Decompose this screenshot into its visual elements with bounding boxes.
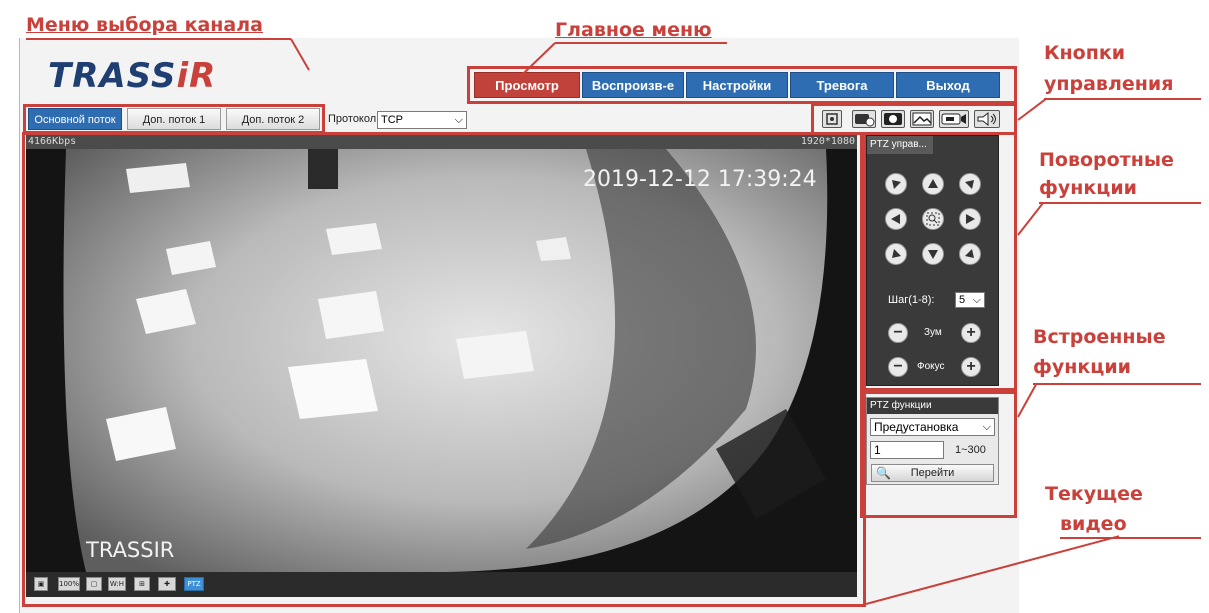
annotation-ptz-2: функции [1039, 177, 1137, 199]
annotation-channel-menu: Меню выбора канала [26, 14, 263, 36]
protocol-select[interactable]: TCP ⌵ [377, 111, 467, 129]
chevron-down-icon: ⌵ [454, 114, 463, 126]
connector-ptz-diag [1017, 202, 1044, 236]
annotation-video-1: Текущее [1045, 483, 1143, 505]
connector-channel-underline [26, 38, 291, 40]
main-menu-highlight [467, 66, 1017, 104]
connector-builtin-underline [1033, 383, 1201, 385]
annotation-main-menu: Главное меню [555, 19, 712, 41]
annotation-builtin-2: функции [1033, 356, 1131, 378]
control-buttons-highlight [811, 103, 1017, 135]
connector-ptz-underline [1039, 202, 1201, 204]
connector-builtin-diag [1017, 383, 1038, 418]
channel-menu-highlight [23, 104, 325, 134]
annotation-control-buttons-2: управления [1044, 73, 1174, 95]
builtin-functions-highlight [860, 391, 1017, 518]
annotation-builtin-1: Встроенные [1033, 326, 1166, 348]
annotation-ptz-1: Поворотные [1039, 149, 1174, 171]
protocol-label: Протокол [328, 113, 377, 125]
annotation-control-buttons-1: Кнопки [1044, 42, 1126, 64]
connector-main-underline [555, 42, 727, 44]
ptz-highlight [860, 132, 1017, 391]
annotation-video-2: видео [1060, 513, 1127, 535]
connector-control-diag [1017, 97, 1048, 121]
connector-control-underline [1044, 98, 1201, 100]
video-highlight [22, 132, 866, 607]
trassir-logo: TRASSiR [48, 56, 217, 96]
connector-video-underline [1060, 537, 1201, 539]
